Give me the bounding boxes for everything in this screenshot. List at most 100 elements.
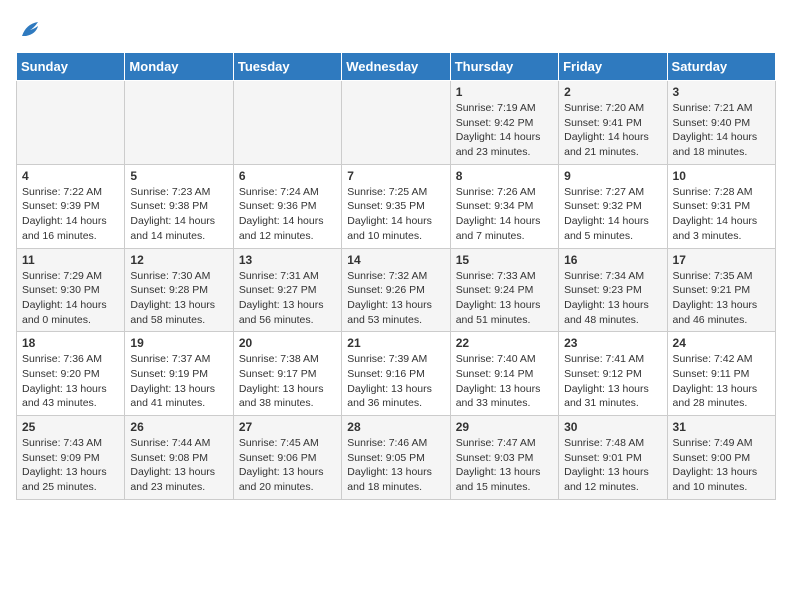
day-number: 15 bbox=[456, 253, 553, 267]
day-info: Sunrise: 7:25 AM Sunset: 9:35 PM Dayligh… bbox=[347, 185, 444, 244]
day-number: 7 bbox=[347, 169, 444, 183]
day-number: 31 bbox=[673, 420, 770, 434]
day-number: 28 bbox=[347, 420, 444, 434]
calendar-cell: 4 Sunrise: 7:22 AM Sunset: 9:39 PM Daylig… bbox=[17, 164, 125, 248]
calendar-cell: 1 Sunrise: 7:19 AM Sunset: 9:42 PM Daylig… bbox=[450, 81, 558, 165]
day-info: Sunrise: 7:37 AM Sunset: 9:19 PM Dayligh… bbox=[130, 352, 227, 411]
day-number: 9 bbox=[564, 169, 661, 183]
day-info: Sunrise: 7:48 AM Sunset: 9:01 PM Dayligh… bbox=[564, 436, 661, 495]
calendar-cell: 17 Sunrise: 7:35 AM Sunset: 9:21 PM Dayli… bbox=[667, 248, 775, 332]
day-info: Sunrise: 7:32 AM Sunset: 9:26 PM Dayligh… bbox=[347, 269, 444, 328]
calendar-cell: 25 Sunrise: 7:43 AM Sunset: 9:09 PM Dayli… bbox=[17, 416, 125, 500]
day-info: Sunrise: 7:45 AM Sunset: 9:06 PM Dayligh… bbox=[239, 436, 336, 495]
calendar-cell: 16 Sunrise: 7:34 AM Sunset: 9:23 PM Dayli… bbox=[559, 248, 667, 332]
day-info: Sunrise: 7:27 AM Sunset: 9:32 PM Dayligh… bbox=[564, 185, 661, 244]
day-info: Sunrise: 7:38 AM Sunset: 9:17 PM Dayligh… bbox=[239, 352, 336, 411]
day-number: 3 bbox=[673, 85, 770, 99]
day-info: Sunrise: 7:31 AM Sunset: 9:27 PM Dayligh… bbox=[239, 269, 336, 328]
calendar-week-row: 18Sunrise: 7:36 AM Sunset: 9:20 PM Dayli… bbox=[17, 332, 776, 416]
day-info: Sunrise: 7:26 AM Sunset: 9:34 PM Dayligh… bbox=[456, 185, 553, 244]
day-number: 20 bbox=[239, 336, 336, 350]
day-number: 24 bbox=[673, 336, 770, 350]
calendar-cell bbox=[17, 81, 125, 165]
calendar-week-row: 25 Sunrise: 7:43 AM Sunset: 9:09 PM Dayli… bbox=[17, 416, 776, 500]
day-info: Sunrise: 7:22 AM Sunset: 9:39 PM Dayligh… bbox=[22, 185, 119, 244]
day-number: 11 bbox=[22, 253, 119, 267]
calendar-cell: 15 Sunrise: 7:33 AM Sunset: 9:24 PM Dayli… bbox=[450, 248, 558, 332]
day-info: Sunrise: 7:34 AM Sunset: 9:23 PM Dayligh… bbox=[564, 269, 661, 328]
calendar-week-row: 11Sunrise: 7:29 AM Sunset: 9:30 PM Dayli… bbox=[17, 248, 776, 332]
day-number: 21 bbox=[347, 336, 444, 350]
day-number: 5 bbox=[130, 169, 227, 183]
day-info: Sunrise: 7:40 AM Sunset: 9:14 PM Dayligh… bbox=[456, 352, 553, 411]
calendar-cell: 9 Sunrise: 7:27 AM Sunset: 9:32 PM Daylig… bbox=[559, 164, 667, 248]
day-info: Sunrise: 7:42 AM Sunset: 9:11 PM Dayligh… bbox=[673, 352, 770, 411]
day-number: 14 bbox=[347, 253, 444, 267]
day-info: Sunrise: 7:30 AM Sunset: 9:28 PM Dayligh… bbox=[130, 269, 227, 328]
day-number: 17 bbox=[673, 253, 770, 267]
day-number: 2 bbox=[564, 85, 661, 99]
calendar-table: SundayMondayTuesdayWednesdayThursdayFrid… bbox=[16, 52, 776, 500]
calendar-cell: 6 Sunrise: 7:24 AM Sunset: 9:36 PM Daylig… bbox=[233, 164, 341, 248]
calendar-body: 1 Sunrise: 7:19 AM Sunset: 9:42 PM Daylig… bbox=[17, 81, 776, 500]
weekday-header-cell: Wednesday bbox=[342, 53, 450, 81]
calendar-cell: 18Sunrise: 7:36 AM Sunset: 9:20 PM Dayli… bbox=[17, 332, 125, 416]
calendar-cell: 27Sunrise: 7:45 AM Sunset: 9:06 PM Dayli… bbox=[233, 416, 341, 500]
day-info: Sunrise: 7:46 AM Sunset: 9:05 PM Dayligh… bbox=[347, 436, 444, 495]
calendar-cell: 11Sunrise: 7:29 AM Sunset: 9:30 PM Dayli… bbox=[17, 248, 125, 332]
day-info: Sunrise: 7:39 AM Sunset: 9:16 PM Dayligh… bbox=[347, 352, 444, 411]
weekday-header-cell: Tuesday bbox=[233, 53, 341, 81]
day-number: 16 bbox=[564, 253, 661, 267]
day-number: 23 bbox=[564, 336, 661, 350]
day-number: 13 bbox=[239, 253, 336, 267]
calendar-cell: 30 Sunrise: 7:48 AM Sunset: 9:01 PM Dayli… bbox=[559, 416, 667, 500]
day-info: Sunrise: 7:28 AM Sunset: 9:31 PM Dayligh… bbox=[673, 185, 770, 244]
calendar-cell: 5 Sunrise: 7:23 AM Sunset: 9:38 PM Daylig… bbox=[125, 164, 233, 248]
day-number: 10 bbox=[673, 169, 770, 183]
day-info: Sunrise: 7:23 AM Sunset: 9:38 PM Dayligh… bbox=[130, 185, 227, 244]
weekday-header-row: SundayMondayTuesdayWednesdayThursdayFrid… bbox=[17, 53, 776, 81]
calendar-cell: 13 Sunrise: 7:31 AM Sunset: 9:27 PM Dayli… bbox=[233, 248, 341, 332]
day-info: Sunrise: 7:20 AM Sunset: 9:41 PM Dayligh… bbox=[564, 101, 661, 160]
calendar-cell: 22 Sunrise: 7:40 AM Sunset: 9:14 PM Dayli… bbox=[450, 332, 558, 416]
day-number: 6 bbox=[239, 169, 336, 183]
day-number: 4 bbox=[22, 169, 119, 183]
calendar-week-row: 4 Sunrise: 7:22 AM Sunset: 9:39 PM Daylig… bbox=[17, 164, 776, 248]
day-number: 1 bbox=[456, 85, 553, 99]
day-info: Sunrise: 7:47 AM Sunset: 9:03 PM Dayligh… bbox=[456, 436, 553, 495]
calendar-cell: 20 Sunrise: 7:38 AM Sunset: 9:17 PM Dayli… bbox=[233, 332, 341, 416]
calendar-cell bbox=[125, 81, 233, 165]
calendar-cell: 29 Sunrise: 7:47 AM Sunset: 9:03 PM Dayli… bbox=[450, 416, 558, 500]
day-number: 26 bbox=[130, 420, 227, 434]
logo bbox=[16, 16, 48, 44]
calendar-cell: 28 Sunrise: 7:46 AM Sunset: 9:05 PM Dayli… bbox=[342, 416, 450, 500]
day-number: 8 bbox=[456, 169, 553, 183]
day-info: Sunrise: 7:43 AM Sunset: 9:09 PM Dayligh… bbox=[22, 436, 119, 495]
calendar-cell: 7 Sunrise: 7:25 AM Sunset: 9:35 PM Daylig… bbox=[342, 164, 450, 248]
day-number: 30 bbox=[564, 420, 661, 434]
day-number: 25 bbox=[22, 420, 119, 434]
day-info: Sunrise: 7:44 AM Sunset: 9:08 PM Dayligh… bbox=[130, 436, 227, 495]
day-number: 29 bbox=[456, 420, 553, 434]
day-info: Sunrise: 7:33 AM Sunset: 9:24 PM Dayligh… bbox=[456, 269, 553, 328]
calendar-cell bbox=[233, 81, 341, 165]
day-info: Sunrise: 7:49 AM Sunset: 9:00 PM Dayligh… bbox=[673, 436, 770, 495]
calendar-cell: 21 Sunrise: 7:39 AM Sunset: 9:16 PM Dayli… bbox=[342, 332, 450, 416]
day-info: Sunrise: 7:35 AM Sunset: 9:21 PM Dayligh… bbox=[673, 269, 770, 328]
weekday-header-cell: Thursday bbox=[450, 53, 558, 81]
logo-bird-icon bbox=[16, 16, 44, 44]
calendar-cell: 2 Sunrise: 7:20 AM Sunset: 9:41 PM Daylig… bbox=[559, 81, 667, 165]
calendar-cell: 19Sunrise: 7:37 AM Sunset: 9:19 PM Dayli… bbox=[125, 332, 233, 416]
day-info: Sunrise: 7:19 AM Sunset: 9:42 PM Dayligh… bbox=[456, 101, 553, 160]
calendar-cell: 14 Sunrise: 7:32 AM Sunset: 9:26 PM Dayli… bbox=[342, 248, 450, 332]
day-info: Sunrise: 7:24 AM Sunset: 9:36 PM Dayligh… bbox=[239, 185, 336, 244]
day-info: Sunrise: 7:41 AM Sunset: 9:12 PM Dayligh… bbox=[564, 352, 661, 411]
calendar-cell: 8 Sunrise: 7:26 AM Sunset: 9:34 PM Daylig… bbox=[450, 164, 558, 248]
day-number: 18 bbox=[22, 336, 119, 350]
day-number: 22 bbox=[456, 336, 553, 350]
weekday-header-cell: Monday bbox=[125, 53, 233, 81]
weekday-header-cell: Friday bbox=[559, 53, 667, 81]
calendar-cell: 23 Sunrise: 7:41 AM Sunset: 9:12 PM Dayli… bbox=[559, 332, 667, 416]
calendar-cell: 24 Sunrise: 7:42 AM Sunset: 9:11 PM Dayli… bbox=[667, 332, 775, 416]
day-number: 12 bbox=[130, 253, 227, 267]
